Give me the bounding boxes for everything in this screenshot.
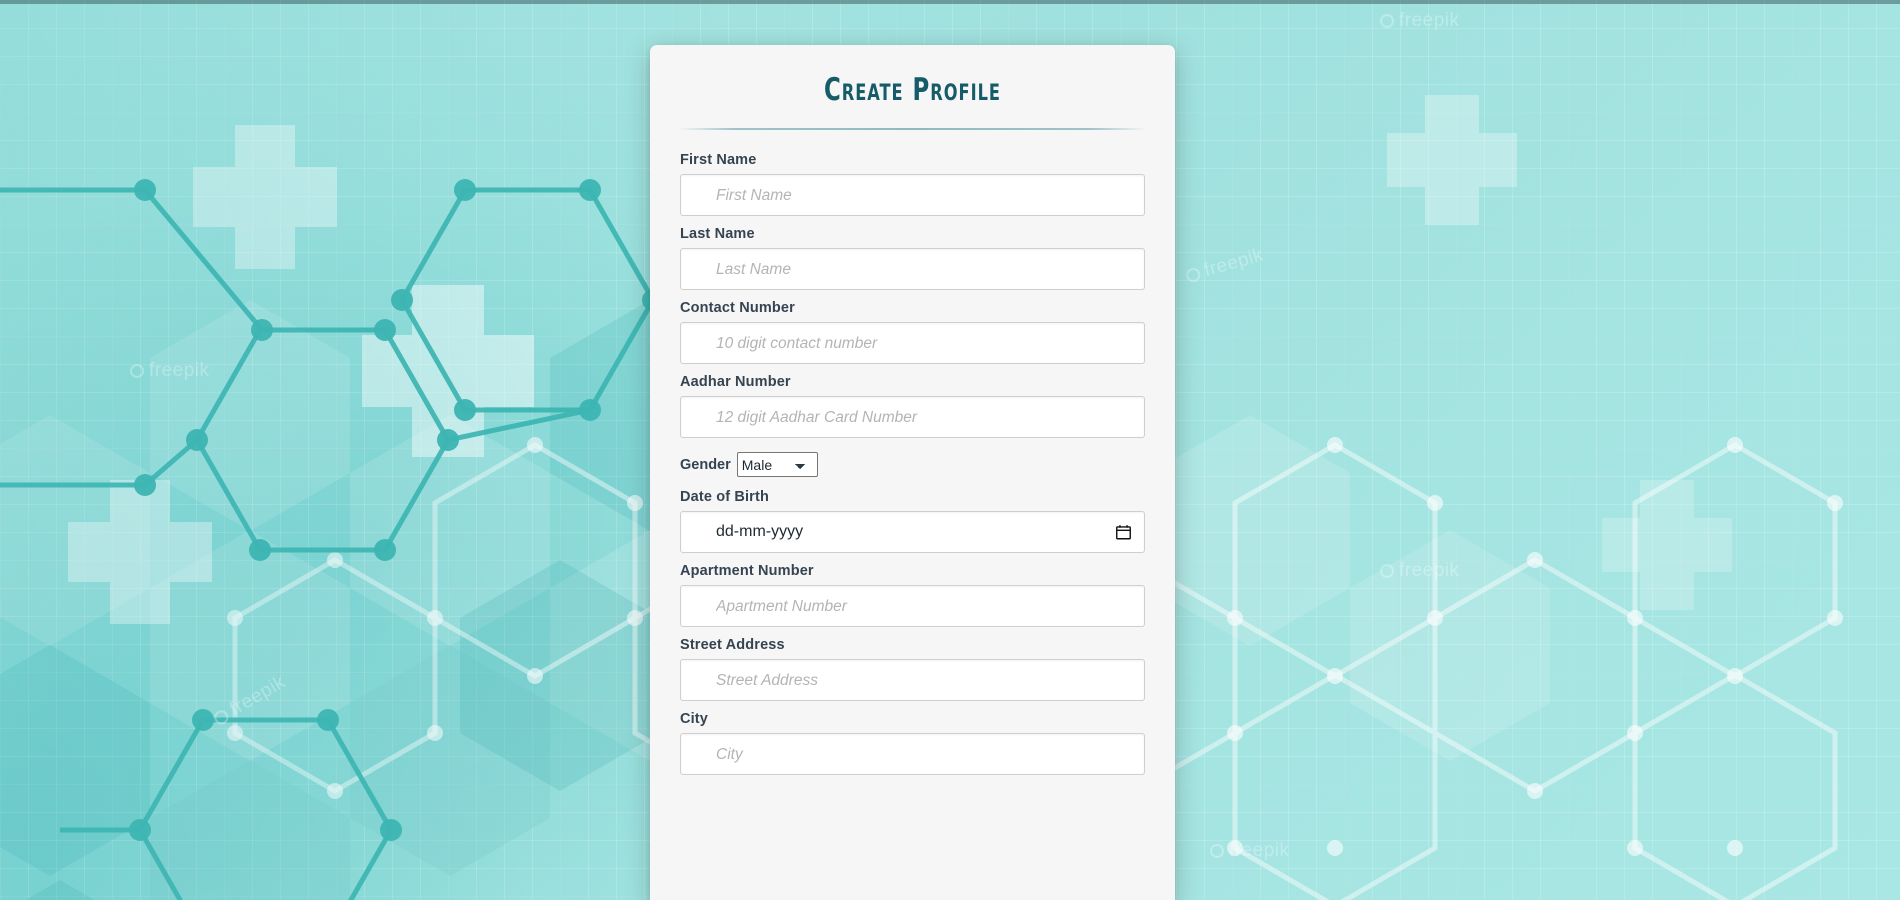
field-aadhar-number: Aadhar Number bbox=[680, 374, 1145, 438]
watermark: freepik bbox=[130, 360, 210, 382]
profile-form: First Name Last Name Contact Number Aadh… bbox=[650, 130, 1175, 775]
top-border-bar bbox=[0, 0, 1900, 4]
freepik-logo-icon bbox=[1380, 14, 1394, 28]
date-of-birth-input[interactable]: dd-mm-yyyy bbox=[680, 511, 1145, 553]
label-contact-number: Contact Number bbox=[680, 300, 795, 316]
label-city: City bbox=[680, 711, 708, 727]
watermark: freepik bbox=[1380, 560, 1460, 582]
field-street-address: Street Address bbox=[680, 637, 1145, 701]
city-input[interactable] bbox=[680, 733, 1145, 775]
label-street-address: Street Address bbox=[680, 637, 785, 653]
aadhar-number-input[interactable] bbox=[680, 396, 1145, 438]
label-date-of-birth: Date of Birth bbox=[680, 489, 769, 505]
first-name-input[interactable] bbox=[680, 174, 1145, 216]
freepik-logo-icon bbox=[1184, 266, 1202, 284]
freepik-logo-icon bbox=[130, 364, 144, 378]
freepik-logo-icon bbox=[1380, 564, 1394, 578]
field-last-name: Last Name bbox=[680, 226, 1145, 290]
calendar-icon[interactable] bbox=[1116, 525, 1131, 540]
page-root: freepik freepik freepik freepik freepik … bbox=[0, 0, 1900, 900]
gender-select[interactable]: Male Female Other bbox=[736, 452, 818, 477]
label-apartment-number: Apartment Number bbox=[680, 563, 814, 579]
street-address-input[interactable] bbox=[680, 659, 1145, 701]
contact-number-input[interactable] bbox=[680, 322, 1145, 364]
field-gender: Gender Male Female Other bbox=[680, 452, 1145, 477]
field-date-of-birth: Date of Birth dd-mm-yyyy bbox=[680, 489, 1145, 553]
date-of-birth-value: dd-mm-yyyy bbox=[716, 523, 804, 540]
label-first-name: First Name bbox=[680, 152, 757, 168]
watermark: freepik bbox=[1380, 10, 1460, 32]
field-first-name: First Name bbox=[680, 152, 1145, 216]
apartment-number-input[interactable] bbox=[680, 585, 1145, 627]
watermark: freepik bbox=[1210, 840, 1290, 862]
label-last-name: Last Name bbox=[680, 226, 755, 242]
create-profile-card: Create Profile First Name Last Name Cont… bbox=[650, 45, 1175, 900]
label-aadhar-number: Aadhar Number bbox=[680, 374, 791, 390]
page-title: Create Profile bbox=[823, 72, 1002, 108]
label-gender: Gender bbox=[680, 456, 731, 473]
last-name-input[interactable] bbox=[680, 248, 1145, 290]
freepik-logo-icon bbox=[1210, 844, 1224, 858]
field-apartment-number: Apartment Number bbox=[680, 563, 1145, 627]
date-of-birth-wrapper: dd-mm-yyyy bbox=[680, 511, 1145, 553]
field-city: City bbox=[680, 711, 1145, 775]
field-contact-number: Contact Number bbox=[680, 300, 1145, 364]
